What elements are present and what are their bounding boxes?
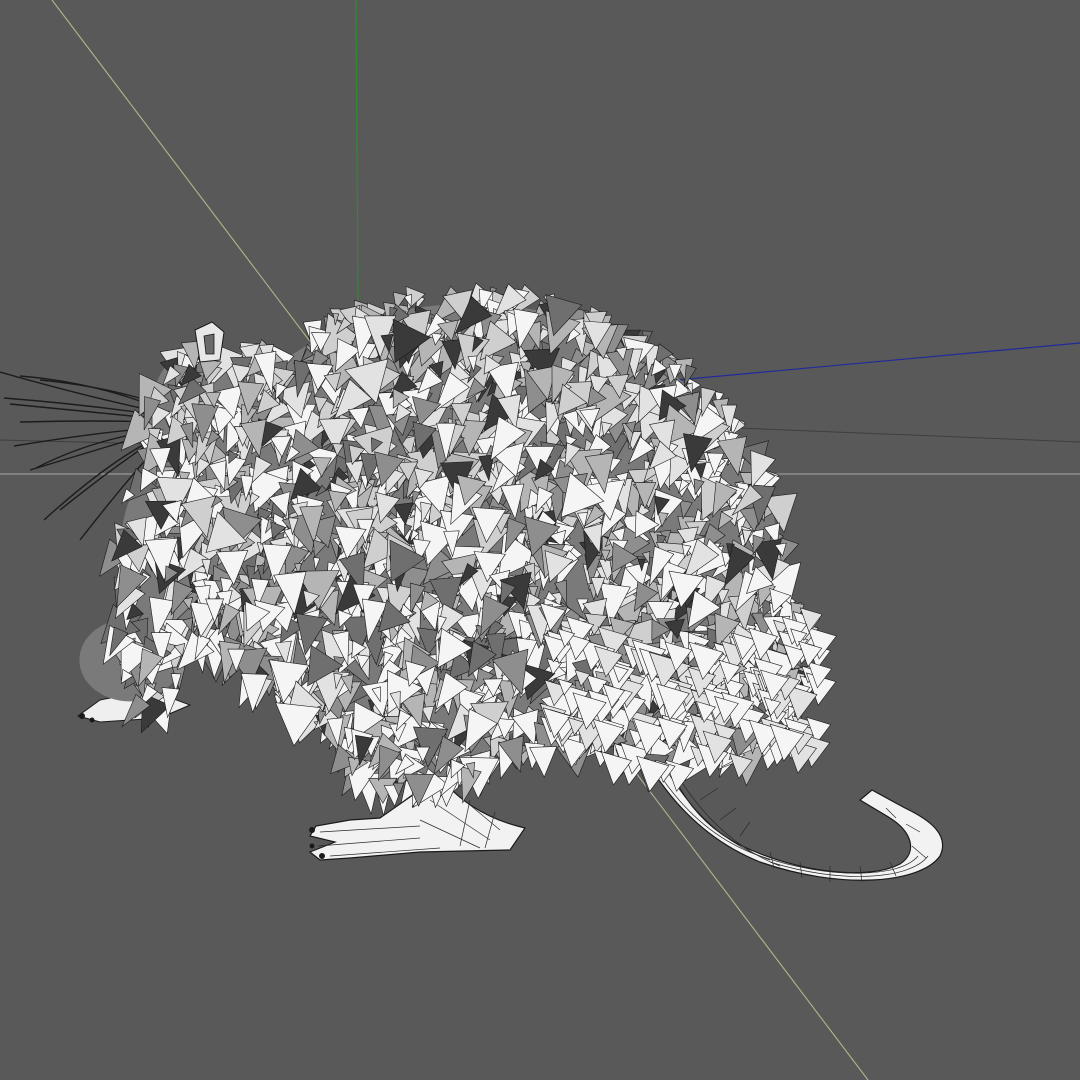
ear (194, 321, 225, 363)
fur-body (79, 282, 837, 816)
y-axis-line (355, 0, 359, 301)
grid-line-diagonal (689, 425, 1080, 443)
viewport-scene[interactable] (0, 0, 1080, 1080)
3d-viewport[interactable] (0, 0, 1080, 1080)
